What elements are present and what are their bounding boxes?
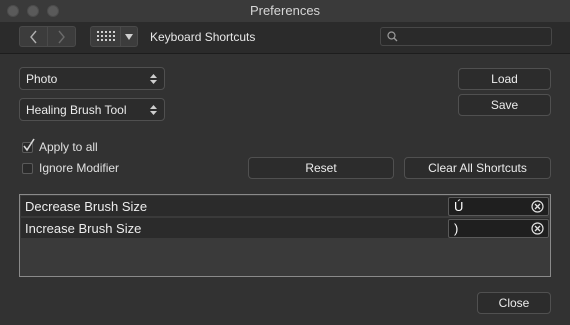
shortcut-key: Ú (454, 199, 464, 214)
chevron-left-icon (30, 30, 37, 43)
reset-button[interactable]: Reset (248, 157, 394, 179)
grid-view-button[interactable] (91, 27, 121, 46)
nav-segment (19, 26, 76, 47)
persona-select-value: Photo (26, 71, 58, 86)
close-window-button[interactable] (7, 5, 19, 17)
chevron-down-icon (125, 33, 133, 40)
ignore-modifier-checkbox[interactable]: Ignore Modifier (22, 161, 119, 175)
load-button[interactable]: Load (458, 68, 551, 90)
forward-button[interactable] (48, 27, 75, 46)
view-segment (90, 26, 138, 47)
search-field[interactable] (380, 27, 552, 46)
close-button[interactable]: Close (477, 292, 551, 314)
checkbox-box[interactable] (22, 138, 35, 153)
shortcut-key: ) (454, 221, 459, 236)
apply-to-all-checkbox[interactable]: Apply to all (22, 138, 98, 154)
shortcuts-list: Decrease Brush Size Ú Increase Brush Siz… (19, 194, 551, 277)
apply-to-all-label: Apply to all (39, 140, 98, 154)
title-bar: Preferences (0, 0, 570, 22)
minimize-window-button[interactable] (27, 5, 39, 17)
shortcut-label: Decrease Brush Size (25, 199, 148, 214)
grid-icon (96, 31, 115, 41)
toolbar: Keyboard Shortcuts (0, 22, 570, 54)
clear-all-shortcuts-button[interactable]: Clear All Shortcuts (404, 157, 551, 179)
shortcut-label: Increase Brush Size (25, 221, 142, 236)
shortcut-field[interactable]: Ú (448, 197, 549, 216)
list-item[interactable]: Decrease Brush Size Ú (21, 196, 549, 217)
window-title: Preferences (249, 3, 321, 18)
shortcut-field[interactable]: ) (448, 219, 549, 238)
persona-select[interactable]: Photo (19, 67, 165, 90)
save-button[interactable]: Save (458, 94, 551, 116)
search-icon (387, 31, 398, 42)
checkbox-box[interactable] (22, 162, 33, 174)
back-button[interactable] (20, 27, 48, 46)
updown-arrows-icon (150, 105, 157, 115)
section-title: Keyboard Shortcuts (150, 30, 256, 44)
list-item[interactable]: Increase Brush Size ) (21, 218, 549, 239)
checkmark-icon (23, 138, 35, 151)
clear-icon[interactable] (531, 200, 544, 213)
clear-icon[interactable] (531, 222, 544, 235)
tool-select-value: Healing Brush Tool (26, 102, 127, 117)
tool-select[interactable]: Healing Brush Tool (19, 98, 165, 121)
zoom-window-button[interactable] (47, 5, 59, 17)
chevron-right-icon (58, 30, 65, 43)
view-dropdown-button[interactable] (121, 27, 137, 46)
ignore-modifier-label: Ignore Modifier (39, 161, 120, 175)
updown-arrows-icon (150, 74, 157, 84)
